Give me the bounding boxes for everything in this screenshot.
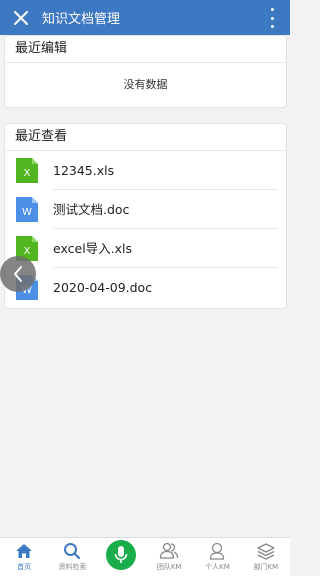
bottom-tab-bar: 首页 资料检索 团队KM 个人KM 部门KM (0, 537, 290, 576)
more-dot-icon (270, 25, 274, 28)
tab-label: 资料检索 (58, 563, 87, 571)
empty-state-text: 没有数据 (123, 78, 168, 91)
tab-personal-km[interactable]: 个人KM (193, 538, 241, 576)
tab-team-km[interactable]: 团队KM (145, 538, 193, 576)
word-file-icon: W (16, 197, 38, 222)
tab-department-km[interactable]: 部门KM (242, 538, 290, 576)
tab-label: 团队KM (156, 563, 182, 571)
tab-label: 首页 (17, 563, 32, 571)
close-button[interactable] (0, 0, 42, 35)
more-dot-icon (270, 8, 274, 11)
file-item[interactable]: X excel导入.xls (5, 229, 286, 268)
tab-label: 个人KM (205, 563, 230, 571)
voice-button[interactable] (97, 538, 145, 576)
tab-label: 部门KM (253, 563, 279, 571)
file-item[interactable]: W 2020-04-09.doc (5, 268, 286, 307)
excel-file-icon: X (16, 158, 38, 183)
close-icon (14, 10, 28, 25)
file-name: excel导入.xls (53, 241, 133, 256)
person-icon (210, 542, 225, 560)
page-title: 知识文档管理 (42, 12, 121, 27)
back-button[interactable] (0, 256, 36, 292)
file-name: 12345.xls (53, 163, 115, 178)
recent-view-title: 最近查看 (5, 124, 286, 151)
tab-search[interactable]: 资料检索 (48, 538, 96, 576)
file-name: 2020-04-09.doc (53, 280, 153, 295)
layers-icon (257, 543, 275, 560)
recent-edit-title: 最近编辑 (5, 36, 286, 63)
file-item[interactable]: W 测试文档.doc (5, 190, 286, 229)
svg-text:X: X (24, 168, 31, 179)
recent-edit-card: 最近编辑 没有数据 (4, 35, 287, 108)
search-icon (64, 543, 81, 560)
svg-text:W: W (22, 207, 32, 218)
file-item[interactable]: X 12345.xls (5, 151, 286, 190)
svg-text:X: X (24, 246, 31, 257)
tab-home[interactable]: 首页 (0, 538, 48, 576)
more-menu-button[interactable] (268, 8, 276, 28)
home-icon (16, 544, 33, 558)
recent-view-card: 最近查看 X 12345.xls W 测试文档.doc X excel导入.xl… (4, 123, 287, 309)
chevron-left-icon (14, 266, 22, 282)
microphone-icon (114, 546, 128, 563)
more-dot-icon (270, 16, 274, 20)
file-name: 测试文档.doc (53, 202, 130, 217)
team-icon (159, 542, 179, 559)
app-header: 知识文档管理 (0, 0, 290, 35)
